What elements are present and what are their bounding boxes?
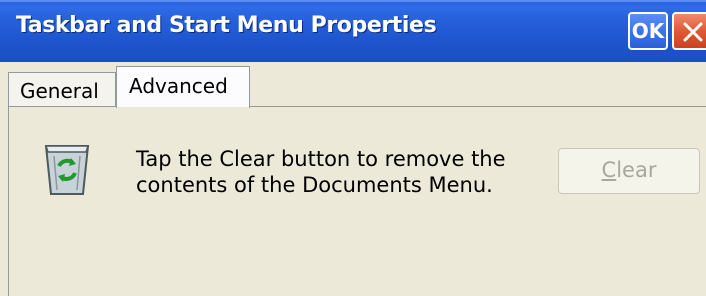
ok-button[interactable]: OK <box>628 12 668 50</box>
clear-button-label: lear <box>616 158 657 182</box>
panel-top-border <box>250 106 706 107</box>
clear-description: Tap the Clear button to remove the conte… <box>136 147 506 197</box>
properties-window: Taskbar and Start Menu Properties OK Gen… <box>0 0 706 296</box>
tab-advanced[interactable]: Advanced <box>116 66 250 110</box>
tab-strip: General Advanced <box>0 62 706 110</box>
recycle-bin-icon <box>44 145 90 195</box>
title-bar: Taskbar and Start Menu Properties OK <box>0 0 706 62</box>
window-title: Taskbar and Start Menu Properties <box>16 13 437 38</box>
advanced-panel <box>8 106 706 296</box>
close-icon <box>683 22 703 42</box>
close-button[interactable] <box>672 12 706 50</box>
tab-general[interactable]: General <box>8 72 116 108</box>
clear-button-mnemonic: C <box>601 158 617 182</box>
clear-button[interactable]: Clear <box>558 148 700 194</box>
